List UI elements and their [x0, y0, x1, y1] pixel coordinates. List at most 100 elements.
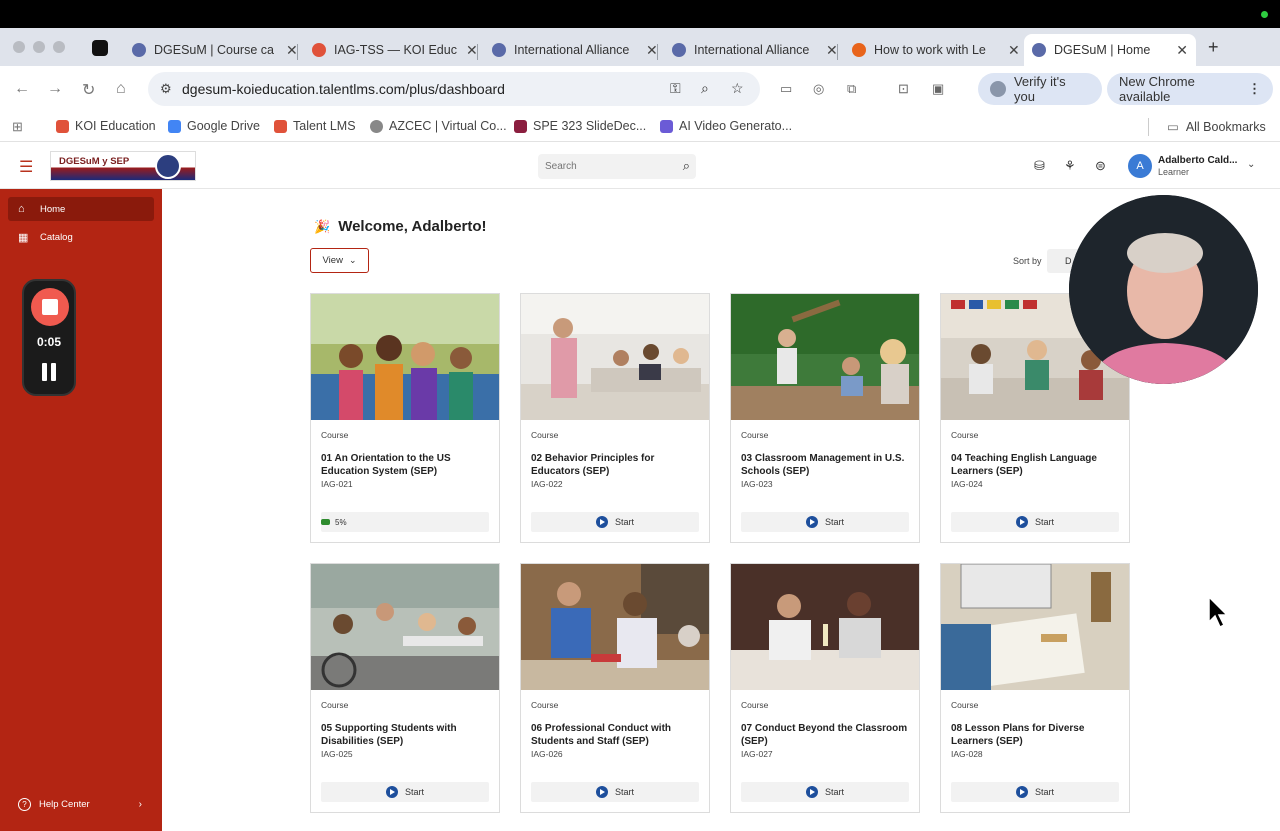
browser-tab-2[interactable]: International Alliance ✕: [484, 34, 666, 66]
start-course-button[interactable]: Start: [741, 782, 909, 802]
close-tab-icon[interactable]: ✕: [826, 42, 838, 59]
course-title[interactable]: 03 Classroom Management in U.S. Schools …: [741, 452, 913, 478]
zoom-icon[interactable]: ⌕: [701, 80, 709, 97]
course-card[interactable]: Course 07 Conduct Beyond the Classroom (…: [730, 563, 920, 813]
pause-recording-button[interactable]: [41, 363, 57, 381]
cast-icon[interactable]: ▣: [932, 81, 944, 97]
address-bar[interactable]: ⚙ dgesum-koieducation.talentlms.com/plus…: [148, 72, 760, 106]
course-title[interactable]: 05 Supporting Students with Disabilities…: [321, 722, 493, 748]
bookmark-item[interactable]: SPE 323 SlideDec...: [514, 119, 646, 133]
browser-tab-1[interactable]: IAG-TSS — KOI Educ ✕: [304, 34, 486, 66]
avatar[interactable]: A: [1128, 154, 1152, 178]
tab-search-icon[interactable]: [92, 40, 108, 56]
tab-favicon-icon: [672, 43, 686, 57]
help-center-link[interactable]: ? Help Center ›: [8, 792, 154, 816]
folder-icon: ▭: [1167, 120, 1179, 134]
coins-icon[interactable]: ⛁: [1034, 158, 1045, 174]
course-card[interactable]: Course 01 An Orientation to the US Educa…: [310, 293, 500, 543]
more-menu-icon[interactable]: ⋮: [1248, 81, 1261, 97]
minimize-window-icon[interactable]: [33, 41, 45, 53]
verify-identity-button[interactable]: Verify it's you: [978, 73, 1102, 105]
mouse-cursor-icon: [1208, 596, 1229, 629]
course-title[interactable]: 02 Behavior Principles for Educators (SE…: [531, 452, 703, 478]
user-name[interactable]: Adalberto Cald...: [1158, 155, 1237, 166]
search-box[interactable]: ⌕: [538, 154, 696, 179]
course-card[interactable]: Course 02 Behavior Principles for Educat…: [520, 293, 710, 543]
course-title[interactable]: 08 Lesson Plans for Diverse Learners (SE…: [951, 722, 1123, 748]
bookmark-item[interactable]: AI Video Generato...: [660, 119, 792, 133]
webcam-overlay[interactable]: [1069, 195, 1258, 384]
skills-icon[interactable]: ⚘: [1064, 158, 1076, 174]
tab-title: How to work with Le: [874, 43, 986, 57]
update-label: New Chrome available: [1119, 74, 1195, 104]
chrome-update-button[interactable]: New Chrome available ⋮: [1107, 73, 1273, 105]
search-input[interactable]: [538, 154, 668, 179]
start-course-button[interactable]: Start: [321, 782, 489, 802]
course-card[interactable]: Course 08 Lesson Plans for Diverse Learn…: [940, 563, 1130, 813]
close-tab-icon[interactable]: ✕: [286, 42, 298, 59]
apps-grid-icon[interactable]: ⊞: [12, 119, 23, 135]
extension-icon[interactable]: ▭: [780, 81, 792, 97]
extensions-puzzle-icon[interactable]: ⧉: [847, 81, 856, 97]
maximize-window-icon[interactable]: [53, 41, 65, 53]
gamepad-icon[interactable]: ⊜: [1095, 158, 1106, 174]
bookmark-favicon-icon: [514, 119, 527, 133]
password-key-icon[interactable]: ⚿: [670, 80, 681, 97]
close-window-icon[interactable]: [13, 41, 25, 53]
forward-icon[interactable]: →: [47, 80, 63, 98]
stop-recording-button[interactable]: [31, 288, 69, 326]
course-card[interactable]: Course 03 Classroom Management in U.S. S…: [730, 293, 920, 543]
course-progress[interactable]: 5%: [321, 512, 489, 532]
chevron-down-icon[interactable]: ⌄: [1247, 159, 1255, 170]
course-title[interactable]: 01 An Orientation to the US Education Sy…: [321, 452, 493, 478]
bookmark-item[interactable]: Talent LMS: [274, 119, 356, 133]
catalog-icon: ▦: [18, 231, 29, 244]
bookmark-label: AZCEC | Virtual Co...: [389, 119, 507, 133]
browser-tab-3[interactable]: International Alliance ✕: [664, 34, 846, 66]
course-title[interactable]: 04 Teaching English Language Learners (S…: [951, 452, 1123, 478]
sidebar-item-home[interactable]: ⌂ Home: [8, 197, 154, 221]
start-course-button[interactable]: Start: [951, 782, 1119, 802]
course-code: IAG-024: [951, 479, 983, 489]
home-icon[interactable]: ⌂: [116, 80, 126, 98]
browser-tab-4[interactable]: How to work with Le ✕: [844, 34, 1028, 66]
brand-logo[interactable]: DGESuM y SEP: [50, 151, 196, 181]
bookmark-item[interactable]: KOI Education: [56, 119, 156, 133]
close-tab-icon[interactable]: ✕: [1008, 42, 1020, 59]
extension-icon[interactable]: ◎: [813, 81, 824, 97]
tab-divider: [297, 44, 298, 60]
home-icon: ⌂: [18, 203, 25, 215]
course-title[interactable]: 06 Professional Conduct with Students an…: [531, 722, 703, 748]
browser-tab-5[interactable]: DGESuM | Home ✕: [1024, 34, 1196, 66]
course-type: Course: [321, 430, 349, 440]
new-tab-icon[interactable]: +: [1208, 37, 1219, 58]
search-icon[interactable]: ⌕: [683, 158, 690, 174]
view-dropdown-button[interactable]: View ⌄: [310, 248, 369, 273]
reload-icon[interactable]: ↻: [82, 80, 95, 100]
start-course-button[interactable]: Start: [531, 512, 699, 532]
course-type: Course: [531, 700, 559, 710]
back-icon[interactable]: ←: [14, 80, 30, 98]
start-course-button[interactable]: Start: [951, 512, 1119, 532]
close-tab-icon[interactable]: ✕: [646, 42, 658, 59]
course-type: Course: [741, 700, 769, 710]
close-tab-icon[interactable]: ✕: [466, 42, 478, 59]
help-label: Help Center: [39, 798, 90, 810]
course-code: IAG-022: [531, 479, 563, 489]
chevron-down-icon: ⌄: [348, 255, 357, 265]
start-course-button[interactable]: Start: [531, 782, 699, 802]
start-course-button[interactable]: Start: [741, 512, 909, 532]
all-bookmarks-button[interactable]: ▭ All Bookmarks: [1167, 119, 1266, 135]
sidebar-item-catalog[interactable]: ▦ Catalog: [8, 225, 154, 249]
course-card[interactable]: Course 06 Professional Conduct with Stud…: [520, 563, 710, 813]
course-title[interactable]: 07 Conduct Beyond the Classroom (SEP): [741, 722, 913, 748]
browser-tab-0[interactable]: DGESuM | Course ca ✕: [124, 34, 306, 66]
site-info-icon[interactable]: ⚙: [160, 81, 172, 97]
bookmark-item[interactable]: Google Drive: [168, 119, 260, 133]
hamburger-menu-icon[interactable]: ☰: [19, 157, 33, 177]
bookmark-star-icon[interactable]: ☆: [731, 80, 744, 97]
bookmark-item[interactable]: AZCEC | Virtual Co...: [370, 119, 507, 133]
close-tab-icon[interactable]: ✕: [1176, 42, 1188, 59]
course-card[interactable]: Course 05 Supporting Students with Disab…: [310, 563, 500, 813]
screenshot-icon[interactable]: ⊡: [898, 81, 909, 97]
